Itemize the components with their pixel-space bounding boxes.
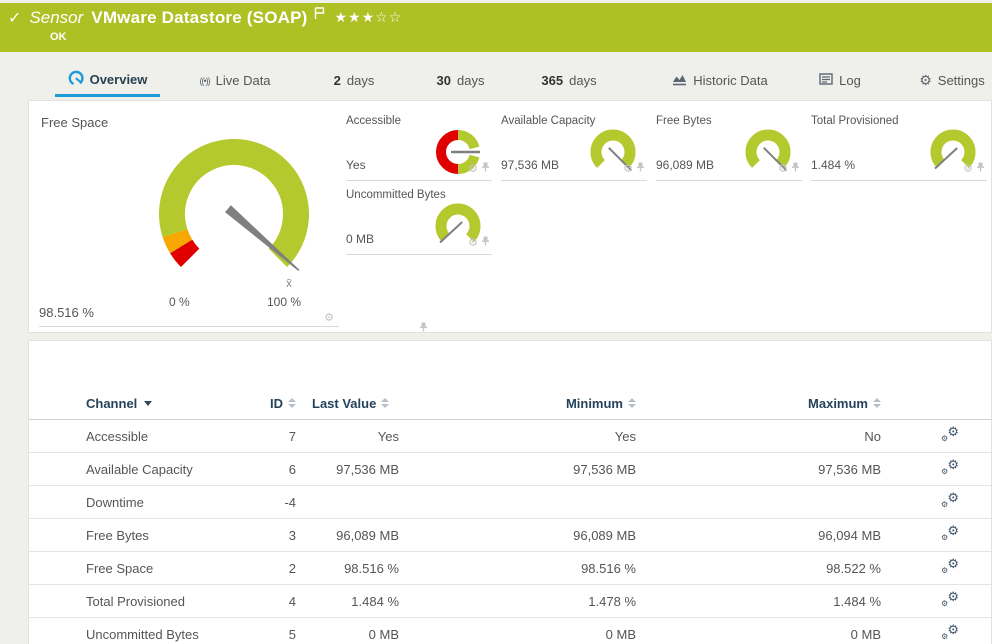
sort-icon (288, 398, 296, 408)
channel-settings-gears-icon[interactable]: ⚙⚙ (941, 493, 959, 509)
gauge-title: Total Provisioned (811, 115, 899, 127)
live-icon: ((•)) (199, 76, 209, 86)
channels-table-panel: Channel ID Last Value Minimum Maximum Ac… (28, 340, 992, 644)
tab-log[interactable]: Log (815, 64, 865, 97)
gauges-panel: Free Space x̄ 0 % 100 % 98.516 % ⚙ Acces… (28, 100, 992, 333)
gauge-settings-icon[interactable]: ⚙ (623, 163, 633, 174)
gauge-title: Accessible (346, 115, 401, 127)
gauge-value: 1.484 % (811, 158, 855, 172)
gauge-title: Free Bytes (656, 115, 712, 127)
uncommitted-bytes-gauge-panel: Uncommitted Bytes 0 MB ⚙ (346, 187, 492, 255)
accessible-gauge-panel: Accessible Yes ⚙ (346, 113, 492, 181)
column-header-id[interactable]: ID (270, 396, 296, 411)
sort-desc-icon (144, 401, 152, 406)
pin-icon[interactable] (791, 159, 800, 177)
object-kind-label: Sensor (29, 8, 83, 28)
channel-settings-gears-icon[interactable]: ⚙⚙ (941, 427, 959, 443)
gauge-min-label: 0 % (169, 295, 190, 309)
tab-2-days[interactable]: 2 days (325, 64, 383, 97)
column-header-maximum[interactable]: Maximum (808, 396, 881, 411)
free-space-gauge-panel: Free Space x̄ 0 % 100 % 98.516 % ⚙ (39, 109, 339, 327)
channel-settings-gears-icon[interactable]: ⚙⚙ (941, 592, 959, 608)
tab-overview[interactable]: Overview (55, 64, 160, 97)
free-space-gauge: x̄ (134, 119, 334, 309)
table-row-downtime[interactable]: Downtime -4 ⚙⚙ (29, 486, 991, 519)
flag-icon[interactable] (314, 5, 325, 25)
column-header-last-value[interactable]: Last Value (312, 396, 389, 411)
available-capacity-gauge-panel: Available Capacity 97,536 MB ⚙ (501, 113, 647, 181)
gauge-settings-icon[interactable]: ⚙ (468, 163, 478, 174)
table-row-free-space[interactable]: Free Space 2 98.516 % 98.516 % 98.522 % … (29, 552, 991, 585)
channel-settings-gears-icon[interactable]: ⚙⚙ (941, 460, 959, 476)
gauge-title: Available Capacity (501, 115, 595, 127)
gauge-settings-icon[interactable]: ⚙ (468, 237, 478, 248)
tab-365-days[interactable]: 365 days (533, 64, 605, 97)
tab-30-days[interactable]: 30 days (428, 64, 493, 97)
sort-icon (628, 398, 636, 408)
gauge-value: 0 MB (346, 232, 374, 246)
column-header-minimum[interactable]: Minimum (566, 396, 636, 411)
channel-settings-gears-icon[interactable]: ⚙⚙ (941, 625, 959, 641)
total-provisioned-gauge-panel: Total Provisioned 1.484 % ⚙ (811, 113, 987, 181)
channel-settings-gears-icon[interactable]: ⚙⚙ (941, 559, 959, 575)
free-bytes-gauge-panel: Free Bytes 96,089 MB ⚙ (656, 113, 802, 181)
pin-icon[interactable] (976, 159, 985, 177)
status-check-icon: ✓ (8, 8, 21, 28)
tab-bar: Overview ((•)) Live Data 2 days 30 days … (0, 64, 992, 97)
pin-icon[interactable] (481, 159, 490, 177)
sensor-status-header: ✓ Sensor VMware Datastore (SOAP) ★★★☆☆ O… (0, 3, 992, 52)
priority-stars[interactable]: ★★★☆☆ (335, 10, 403, 26)
table-row-available-capacity[interactable]: Available Capacity 6 97,536 MB 97,536 MB… (29, 453, 991, 486)
gauge-value: Yes (346, 158, 366, 172)
tab-settings[interactable]: ⚙ Settings (912, 64, 992, 97)
table-row-accessible[interactable]: Accessible 7 Yes Yes No ⚙⚙ (29, 420, 991, 453)
sensor-status-text: OK (50, 31, 67, 43)
table-row-uncommitted-bytes[interactable]: Uncommitted Bytes 5 0 MB 0 MB 0 MB ⚙⚙ (29, 618, 991, 644)
area-chart-icon (672, 73, 687, 89)
sort-icon (381, 398, 389, 408)
gauge-settings-icon[interactable]: ⚙ (778, 163, 788, 174)
average-marker: x̄ (286, 276, 292, 290)
sensor-title: VMware Datastore (SOAP) (91, 8, 307, 28)
channels-table: Channel ID Last Value Minimum Maximum Ac… (29, 387, 991, 644)
tab-historic-data[interactable]: Historic Data (650, 64, 790, 97)
sort-icon (873, 398, 881, 408)
channel-settings-gears-icon[interactable]: ⚙⚙ (941, 526, 959, 542)
gauge-value: 96,089 MB (656, 158, 714, 172)
gauge-settings-icon[interactable]: ⚙ (963, 163, 973, 174)
gauge-icon (68, 70, 84, 89)
log-icon (819, 73, 833, 88)
pin-icon[interactable] (636, 159, 645, 177)
gauge-value: 97,536 MB (501, 158, 559, 172)
gauge-value: 98.516 % (39, 305, 94, 320)
gauge-max-label: 100 % (267, 295, 301, 309)
gauge-title: Free Space (41, 115, 108, 130)
table-header-row: Channel ID Last Value Minimum Maximum (29, 387, 991, 420)
gauge-settings-icon[interactable]: ⚙ (324, 312, 334, 323)
pin-icon[interactable] (481, 233, 490, 251)
gear-icon: ⚙ (919, 74, 932, 88)
tab-live-data[interactable]: ((•)) Live Data (185, 64, 285, 97)
table-row-total-provisioned[interactable]: Total Provisioned 4 1.484 % 1.478 % 1.48… (29, 585, 991, 618)
table-row-free-bytes[interactable]: Free Bytes 3 96,089 MB 96,089 MB 96,094 … (29, 519, 991, 552)
column-header-channel[interactable]: Channel (86, 396, 152, 411)
